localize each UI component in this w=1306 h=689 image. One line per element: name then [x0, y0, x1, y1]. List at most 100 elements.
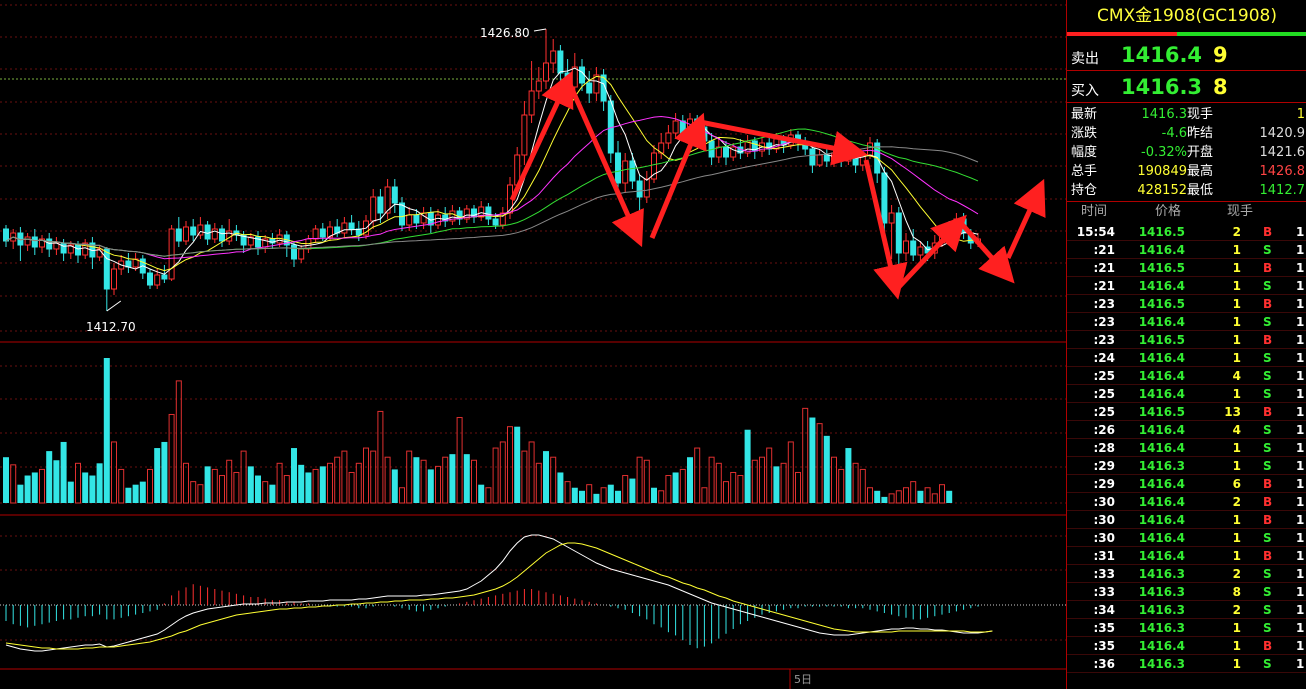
trade-extra: 1 — [1296, 657, 1305, 671]
trade-side: B — [1263, 477, 1273, 491]
candle-body — [723, 146, 729, 158]
trade-row[interactable]: :28 1416.4 1 S 1 — [1067, 439, 1306, 457]
candle-body — [46, 238, 53, 250]
trade-row[interactable]: :29 1416.4 6 B 1 — [1067, 475, 1306, 493]
candle-body — [910, 240, 917, 256]
volume-bar — [240, 450, 247, 504]
trade-time: :26 — [1093, 423, 1116, 437]
trade-vol: 1 — [1232, 297, 1241, 311]
trade-row[interactable]: :21 1416.4 1 S 1 — [1067, 277, 1306, 295]
volume-bar — [651, 487, 657, 503]
candle-body — [60, 242, 67, 254]
trade-row[interactable]: :33 1416.3 8 S 1 — [1067, 583, 1306, 601]
trade-time: :29 — [1093, 459, 1116, 473]
trade-vol: 1 — [1232, 513, 1241, 527]
trade-vol: 4 — [1232, 423, 1241, 437]
volume-bar — [60, 441, 67, 503]
trade-time: :36 — [1093, 657, 1116, 671]
trade-row[interactable]: :35 1416.3 1 S 1 — [1067, 619, 1306, 637]
trade-row[interactable]: :25 1416.5 13 B 1 — [1067, 403, 1306, 421]
trade-row[interactable]: :25 1416.4 4 S 1 — [1067, 367, 1306, 385]
stat-label: 幅度 — [1071, 145, 1098, 160]
trade-row[interactable]: :34 1416.3 2 S 1 — [1067, 601, 1306, 619]
trade-side: B — [1263, 405, 1273, 419]
volume-bar — [600, 487, 607, 504]
volume-bar — [53, 460, 60, 503]
trade-vol: 2 — [1232, 603, 1241, 617]
trade-vol: 2 — [1232, 567, 1241, 581]
volume-bar — [197, 484, 204, 504]
trade-row[interactable]: :35 1416.4 1 B 1 — [1067, 637, 1306, 655]
volume-bar — [939, 484, 945, 504]
trade-row[interactable]: :33 1416.3 2 S 1 — [1067, 565, 1306, 583]
trade-row[interactable]: :30 1416.4 1 S 1 — [1067, 529, 1306, 547]
trade-row[interactable]: :21 1416.4 1 S 1 — [1067, 241, 1306, 259]
trade-side: S — [1263, 279, 1272, 293]
trade-price: 1416.4 — [1138, 243, 1185, 257]
instrument-title[interactable]: CMX金1908(GC1908) — [1067, 0, 1306, 32]
trade-row[interactable]: :36 1416.3 1 S 1 — [1067, 655, 1306, 673]
trade-vol: 1 — [1232, 441, 1241, 455]
volume-bar — [521, 450, 528, 504]
volume-bar — [262, 481, 269, 504]
trade-row[interactable]: :29 1416.3 1 S 1 — [1067, 457, 1306, 475]
trade-row[interactable]: 15:54 1416.5 2 B 1 — [1067, 223, 1306, 241]
volume-bar — [622, 475, 629, 504]
volume-bar — [852, 462, 859, 504]
volume-bar — [391, 469, 398, 503]
volume-bar — [399, 487, 405, 504]
candle-body — [867, 142, 873, 156]
volume-bar — [499, 441, 506, 504]
change-value: -4.6 — [1161, 126, 1187, 141]
trade-row[interactable]: :23 1416.4 1 S 1 — [1067, 313, 1306, 331]
volume-bar — [723, 481, 729, 504]
trade-extra: 1 — [1296, 225, 1305, 239]
trade-extra: 1 — [1296, 333, 1305, 347]
trade-row[interactable]: :26 1416.4 4 S 1 — [1067, 421, 1306, 439]
day-tick-label: 5日 — [794, 673, 812, 686]
candle-body — [341, 222, 348, 234]
trade-row[interactable]: :23 1416.5 1 B 1 — [1067, 331, 1306, 349]
volume-bar — [247, 466, 254, 503]
trade-row[interactable]: :25 1416.4 1 S 1 — [1067, 385, 1306, 403]
candle-body — [643, 178, 650, 198]
trade-time: :23 — [1093, 315, 1116, 329]
volume-bar — [75, 462, 81, 504]
macd-indicator[interactable] — [0, 534, 1066, 652]
volume-bar — [773, 466, 780, 503]
row-divider — [1067, 672, 1306, 673]
trade-row[interactable]: :30 1416.4 1 B 1 — [1067, 511, 1306, 529]
trade-row[interactable]: :24 1416.4 1 S 1 — [1067, 349, 1306, 367]
trade-time: :24 — [1093, 351, 1116, 365]
volume-bar — [507, 426, 513, 504]
volume-bar — [831, 456, 837, 504]
kline-chart[interactable]: 1426.80 1412.70 5日 — [0, 0, 1066, 689]
trade-extra: 1 — [1296, 423, 1305, 437]
volume-bar — [435, 465, 441, 504]
pattern-arrow — [1005, 178, 1046, 260]
volume-bar — [730, 471, 737, 504]
volume-bar — [298, 464, 305, 503]
trade-row[interactable]: :30 1416.4 2 B 1 — [1067, 493, 1306, 511]
candle-body — [348, 222, 355, 230]
volume-bar — [888, 493, 895, 504]
volume-bar — [708, 456, 715, 504]
volume-bar — [161, 441, 168, 503]
volume-bars[interactable] — [3, 358, 953, 504]
volume-bar — [118, 468, 125, 504]
volume-bar — [370, 450, 377, 504]
quote-panel: CMX金1908(GC1908) 卖出 1416.4 9 买入 1416.3 8… — [1066, 0, 1306, 689]
trade-row[interactable]: :31 1416.4 1 B 1 — [1067, 547, 1306, 565]
ask-row[interactable]: 卖出 1416.4 9 — [1067, 40, 1306, 72]
high-price-label: 1426.80 — [480, 26, 530, 40]
trade-extra: 1 — [1296, 621, 1305, 635]
trade-row[interactable]: :23 1416.5 1 B 1 — [1067, 295, 1306, 313]
candle-body — [521, 114, 528, 156]
trade-price: 1416.3 — [1138, 567, 1185, 581]
volume-bar — [629, 478, 636, 503]
stat-label: 持仓 — [1071, 183, 1098, 198]
trade-extra: 1 — [1296, 297, 1305, 311]
bid-row[interactable]: 买入 1416.3 8 — [1067, 72, 1306, 104]
trade-row[interactable]: :21 1416.5 1 B 1 — [1067, 259, 1306, 277]
open-value: 1421.6 — [1259, 145, 1306, 160]
